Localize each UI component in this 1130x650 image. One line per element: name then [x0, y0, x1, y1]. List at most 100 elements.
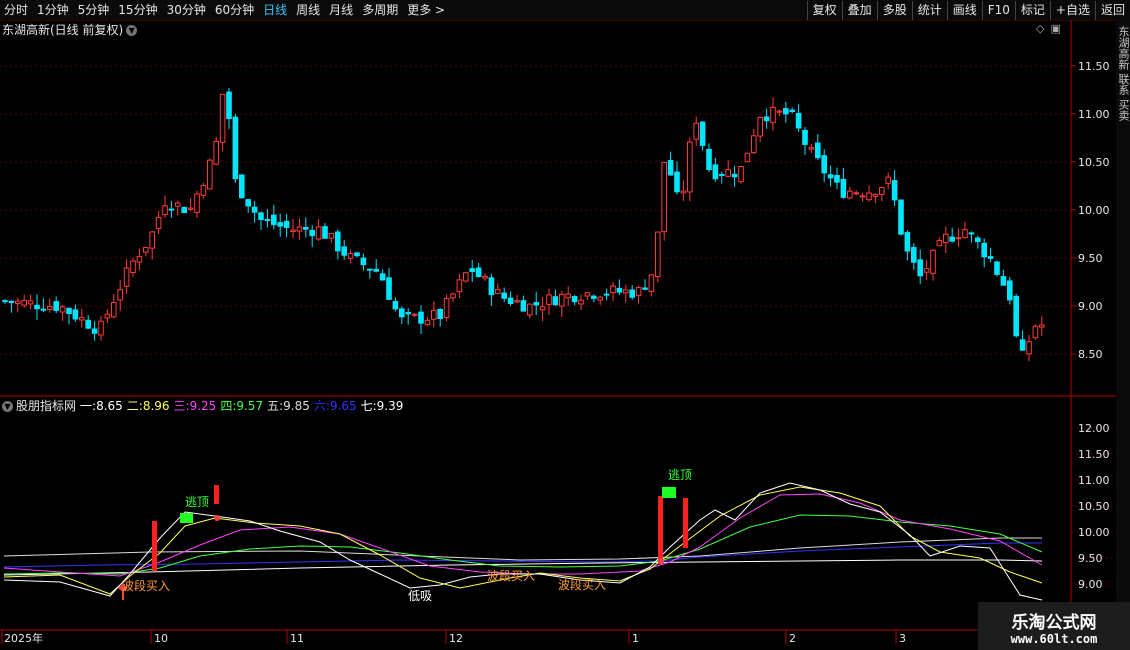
candle-body — [98, 320, 104, 336]
price-tick: 10.50 — [1078, 156, 1110, 169]
candle-body — [271, 214, 277, 226]
candle-body — [616, 287, 623, 293]
candle-body — [661, 161, 668, 233]
candle-body — [847, 190, 853, 199]
candle-body — [328, 233, 335, 239]
watermark-url: www.60lt.com — [1010, 632, 1098, 646]
candle-body — [21, 300, 27, 306]
candle-body — [239, 174, 245, 199]
candle-body — [821, 155, 828, 174]
signal-bar — [658, 496, 663, 564]
indicator-tick: 9.00 — [1078, 578, 1103, 591]
candle-body — [367, 268, 373, 271]
candle-body — [111, 301, 117, 318]
signal-labels: 逃顶 逃顶 波段买入 低吸 波段买入 波段买入 — [122, 468, 692, 603]
candle-body — [891, 180, 898, 201]
candle-body — [315, 226, 322, 240]
side-strip-labels[interactable]: 东湖高新 联系 买卖 — [1117, 26, 1130, 121]
candle-body — [463, 272, 469, 282]
candle-body — [168, 208, 175, 211]
candle-body — [379, 273, 386, 281]
candle-body — [802, 129, 808, 145]
candle-body — [552, 296, 559, 306]
candle-body — [834, 175, 840, 183]
candle-body — [53, 301, 60, 311]
chart-canvas: 11.50 11.00 10.50 10.00 9.50 9.00 8.50 1… — [0, 20, 1116, 645]
candle-body — [744, 152, 751, 163]
escape-top-marker — [180, 513, 193, 523]
signal-bar — [152, 521, 157, 571]
candle-body — [859, 195, 866, 198]
candle-body — [91, 328, 98, 334]
candle-body — [904, 232, 911, 252]
candle-body — [776, 110, 783, 113]
price-tick: 8.50 — [1078, 348, 1103, 361]
candle-body — [443, 297, 450, 318]
candle-body — [373, 268, 379, 272]
signal-dot — [214, 515, 220, 521]
candle-body — [431, 309, 437, 320]
candle-body — [8, 300, 15, 304]
candle-body — [219, 93, 226, 143]
candle-body — [629, 289, 636, 298]
candle-body — [994, 261, 1000, 275]
candle-body — [667, 160, 674, 176]
candle-body — [642, 287, 648, 290]
candle-body — [72, 309, 79, 320]
candle-body — [296, 226, 303, 232]
indicator-tick: 11.50 — [1078, 448, 1110, 461]
candle-body — [527, 303, 533, 316]
candle-body — [450, 293, 456, 299]
watermark-title: 乐淘公式网 — [1011, 613, 1097, 633]
candle-body — [213, 140, 219, 165]
price-tick: 11.50 — [1078, 60, 1110, 73]
candle-body — [840, 178, 847, 198]
candle-body — [488, 277, 495, 296]
candle-body — [712, 164, 719, 180]
candle-body — [955, 237, 962, 240]
candle-body — [975, 237, 981, 243]
candle-body — [475, 267, 482, 278]
candle-body — [155, 216, 162, 229]
candle-body — [565, 293, 572, 299]
candle-body — [1019, 339, 1026, 351]
candle-body — [232, 116, 239, 180]
candle-body — [360, 257, 367, 266]
candle-body — [725, 169, 732, 177]
candle-body — [399, 308, 405, 318]
indicator-tick: 10.50 — [1078, 500, 1110, 513]
candle-body — [251, 206, 258, 213]
candle-body — [437, 308, 443, 320]
candle-body — [514, 300, 520, 303]
candle-body — [117, 289, 124, 301]
candle-body — [405, 312, 411, 315]
candle-body — [757, 117, 764, 137]
candle-body — [104, 313, 111, 319]
candle-body — [853, 192, 860, 195]
candle-body — [591, 295, 597, 299]
candle-body — [879, 187, 885, 195]
low-absorb-label: 低吸 — [408, 589, 432, 603]
candle-body — [411, 313, 418, 316]
candle-body — [731, 173, 738, 178]
candle-body — [795, 112, 802, 129]
candle-body — [66, 307, 72, 315]
candle-body — [962, 229, 968, 238]
indicator-tick: 10.00 — [1078, 526, 1110, 539]
escape-top-marker — [662, 487, 676, 498]
watermark: 乐淘公式网 www.60lt.com — [978, 602, 1130, 650]
date-tick: 1 — [632, 632, 639, 645]
candle-body — [674, 171, 680, 193]
candle-body — [559, 293, 565, 307]
candle-body — [603, 293, 610, 296]
wave-buy-label: 波段买入 — [122, 578, 170, 593]
candle-body — [693, 122, 700, 140]
candle-body — [136, 255, 143, 263]
candle-body — [424, 319, 431, 326]
candle-body — [923, 268, 930, 273]
price-tick: 9.50 — [1078, 252, 1103, 265]
candle-body — [539, 306, 546, 311]
candle-body — [309, 229, 315, 237]
candle-body — [79, 317, 85, 321]
candle-body — [354, 252, 360, 257]
